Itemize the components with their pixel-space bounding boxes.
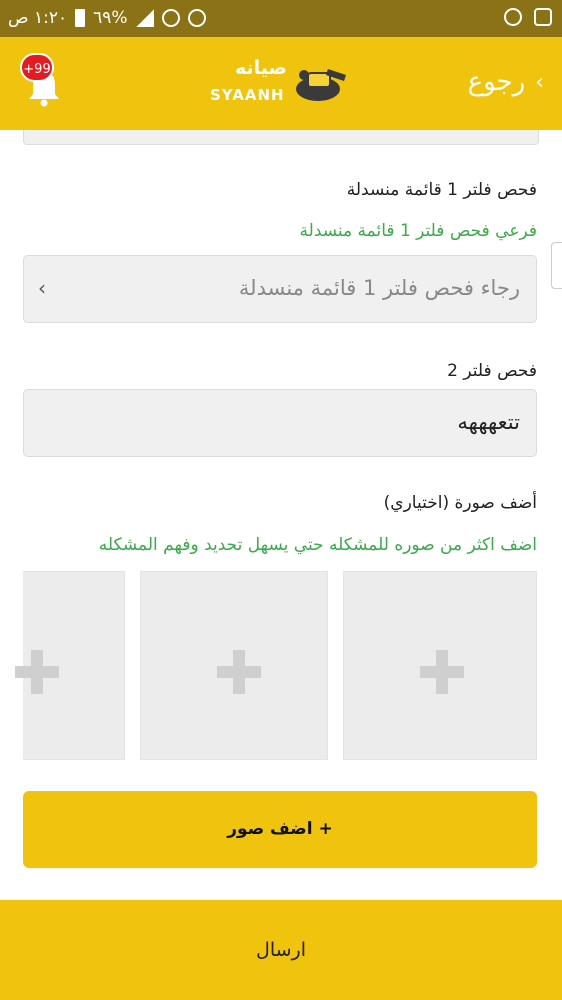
chevron-right-icon: › (535, 69, 544, 95)
photo-slot[interactable] (343, 571, 537, 760)
add-photo-plus-icon (420, 650, 464, 694)
signal-icon (135, 9, 154, 27)
filter1-dropdown[interactable]: رجاء فحص فلتر 1 قائمة منسدلة ‹ (23, 255, 537, 323)
photos-label: أضف صورة (اختياري) (383, 493, 537, 513)
photo-slot[interactable] (140, 571, 328, 760)
status-right (504, 8, 552, 26)
filter1-label: فحص فلتر 1 قائمة منسدلة (346, 180, 537, 200)
back-button[interactable]: › رجوع (468, 67, 544, 97)
filter1-placeholder: رجاء فحص فلتر 1 قائمة منسدلة (238, 276, 520, 300)
alarm-icon (187, 9, 206, 27)
photo-slot[interactable] (15, 571, 125, 760)
form-content[interactable]: فحص فلتر 1 قائمة منسدلة فرعي فحص فلتر 1 … (0, 130, 562, 900)
status-time: ١:٢٠ ص (8, 8, 68, 28)
chevron-left-icon: ‹ (38, 276, 46, 300)
logo-tools-icon (296, 69, 346, 101)
logo-text-en: SYAANH (210, 86, 285, 104)
add-photo-plus-icon (15, 650, 59, 694)
sync-icon (504, 8, 522, 26)
app-logo: صيانه SYAANH (210, 57, 355, 107)
add-photo-plus-icon (217, 650, 261, 694)
filter2-label: فحص فلتر 2 (447, 361, 537, 381)
submit-button[interactable]: ارسال (0, 900, 562, 1000)
photos-hint: اضف اكثر من صوره للمشكله حتي يسهل تحديد … (98, 535, 537, 555)
logo-text-ar: صيانه (235, 57, 287, 79)
wifi-icon (161, 9, 180, 27)
filter2-value: تتعهههه (457, 410, 520, 434)
status-bar: ١:٢٠ ص ٦٩% (0, 0, 562, 37)
filter1-sub-label: فرعي فحص فلتر 1 قائمة منسدلة (299, 221, 537, 241)
status-left: ١:٢٠ ص ٦٩% (8, 8, 206, 28)
status-battery: ٦٩% (93, 8, 128, 28)
app-bar: › رجوع صيانه SYAANH (0, 37, 562, 130)
mail-icon (534, 8, 552, 26)
back-label: رجوع (467, 67, 526, 97)
add-photos-button[interactable]: + اضف صور (23, 791, 537, 868)
battery-icon (75, 9, 86, 27)
scrollbar-thumb[interactable] (551, 242, 562, 289)
notification-badge: +99 (20, 53, 54, 82)
previous-field-edge (23, 130, 539, 145)
filter2-input[interactable]: تتعهههه (23, 389, 537, 457)
